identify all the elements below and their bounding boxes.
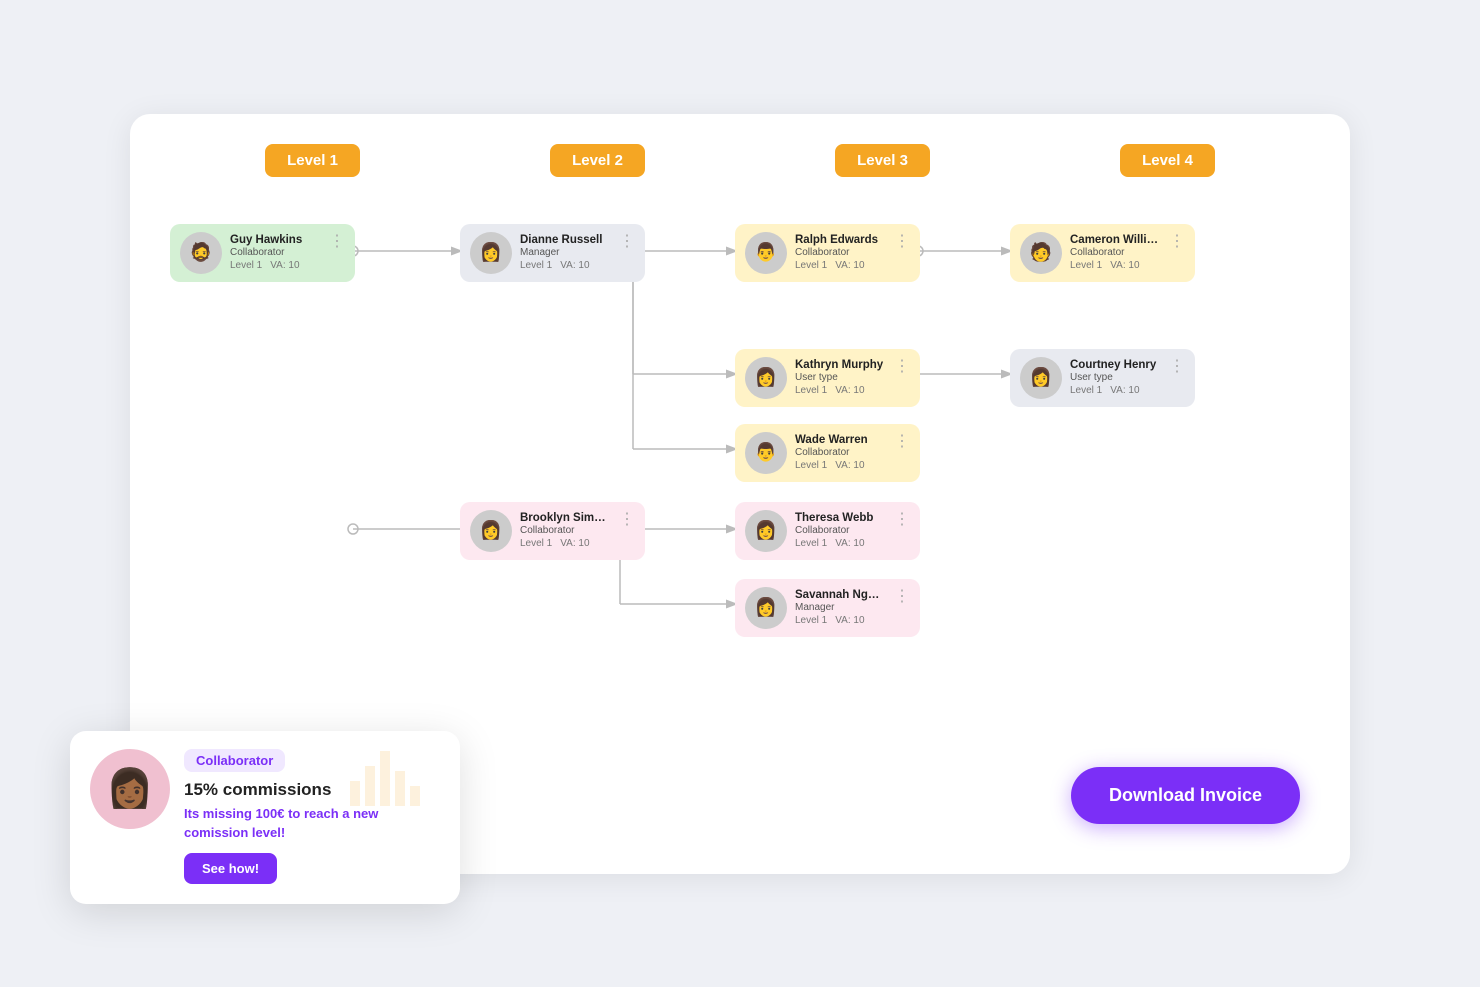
card-name-cameron: Cameron Williamson — [1070, 234, 1161, 246]
download-invoice-button[interactable]: Download Invoice — [1071, 767, 1300, 824]
card-dots-savannah[interactable]: ⋮ — [894, 589, 910, 605]
avatar-kathryn: 👩 — [745, 357, 787, 399]
card-theresa-webb[interactable]: 👩 Theresa Webb Collaborator Level 1 VA: … — [735, 502, 920, 560]
card-dots-brooklyn[interactable]: ⋮ — [619, 512, 635, 528]
overlay-card: 👩🏾 Collaborator 15% commissions Its miss… — [70, 731, 460, 904]
card-info-courtney: Courtney Henry User type Level 1 VA: 10 — [1070, 359, 1161, 396]
avatar-dianne: 👩 — [470, 232, 512, 274]
card-role-ralph: Collaborator — [795, 247, 886, 258]
card-name-dianne: Dianne Russell — [520, 234, 611, 246]
card-meta-dianne: Level 1 VA: 10 — [520, 260, 611, 271]
card-savannah-nguyen[interactable]: 👩 Savannah Nguyen Manager Level 1 VA: 10… — [735, 579, 920, 637]
main-card: Level 1 Level 2 Level 3 Level 4 — [130, 114, 1350, 874]
level-badge-4: Level 4 — [1120, 144, 1215, 177]
card-meta-cameron: Level 1 VA: 10 — [1070, 260, 1161, 271]
card-dots-ralph[interactable]: ⋮ — [894, 234, 910, 250]
card-courtney-henry[interactable]: 👩 Courtney Henry User type Level 1 VA: 1… — [1010, 349, 1195, 407]
card-info-kathryn: Kathryn Murphy User type Level 1 VA: 10 — [795, 359, 886, 396]
card-dots-wade[interactable]: ⋮ — [894, 434, 910, 450]
card-meta-courtney: Level 1 VA: 10 — [1070, 385, 1161, 396]
card-dots-courtney[interactable]: ⋮ — [1169, 359, 1185, 375]
avatar-courtney: 👩 — [1020, 357, 1062, 399]
card-name-savannah: Savannah Nguyen — [795, 589, 886, 601]
card-role-theresa: Collaborator — [795, 525, 886, 536]
card-name-ralph: Ralph Edwards — [795, 234, 886, 246]
avatar-theresa: 👩 — [745, 510, 787, 552]
card-role-guy: Collaborator — [230, 247, 321, 258]
card-role-courtney: User type — [1070, 372, 1161, 383]
card-name-brooklyn: Brooklyn Simmons — [520, 512, 611, 524]
card-dots-kathryn[interactable]: ⋮ — [894, 359, 910, 375]
level-badge-1: Level 1 — [265, 144, 360, 177]
card-meta-theresa: Level 1 VA: 10 — [795, 538, 886, 549]
card-wade-warren[interactable]: 👨 Wade Warren Collaborator Level 1 VA: 1… — [735, 424, 920, 482]
card-meta-wade: Level 1 VA: 10 — [795, 460, 886, 471]
avatar-ralph: 👨 — [745, 232, 787, 274]
level-headers: Level 1 Level 2 Level 3 Level 4 — [170, 144, 1310, 177]
card-meta-guy: Level 1 VA: 10 — [230, 260, 321, 271]
card-brooklyn-simmons[interactable]: 👩 Brooklyn Simmons Collaborator Level 1 … — [460, 502, 645, 560]
level-badge-3: Level 3 — [835, 144, 930, 177]
card-info-ralph: Ralph Edwards Collaborator Level 1 VA: 1… — [795, 234, 886, 271]
card-name-theresa: Theresa Webb — [795, 512, 886, 524]
card-guy-hawkins[interactable]: 🧔 Guy Hawkins Collaborator Level 1 VA: 1… — [170, 224, 355, 282]
card-info-guy: Guy Hawkins Collaborator Level 1 VA: 10 — [230, 234, 321, 271]
card-name-wade: Wade Warren — [795, 434, 886, 446]
card-role-kathryn: User type — [795, 372, 886, 383]
card-dianne-russell[interactable]: 👩 Dianne Russell Manager Level 1 VA: 10 … — [460, 224, 645, 282]
card-dots-dianne[interactable]: ⋮ — [619, 234, 635, 250]
see-how-button[interactable]: See how! — [184, 853, 277, 884]
overlay-amount: 100€ — [256, 806, 285, 821]
avatar-savannah: 👩 — [745, 587, 787, 629]
card-ralph-edwards[interactable]: 👨 Ralph Edwards Collaborator Level 1 VA:… — [735, 224, 920, 282]
overlay-badge: Collaborator — [184, 749, 285, 772]
avatar-guy: 🧔 — [180, 232, 222, 274]
card-name-courtney: Courtney Henry — [1070, 359, 1161, 371]
card-info-brooklyn: Brooklyn Simmons Collaborator Level 1 VA… — [520, 512, 611, 549]
card-meta-ralph: Level 1 VA: 10 — [795, 260, 886, 271]
card-info-theresa: Theresa Webb Collaborator Level 1 VA: 10 — [795, 512, 886, 549]
level-badge-2: Level 2 — [550, 144, 645, 177]
card-meta-brooklyn: Level 1 VA: 10 — [520, 538, 611, 549]
avatar-cameron: 🧑 — [1020, 232, 1062, 274]
card-kathryn-murphy[interactable]: 👩 Kathryn Murphy User type Level 1 VA: 1… — [735, 349, 920, 407]
card-role-brooklyn: Collaborator — [520, 525, 611, 536]
mini-chart — [340, 731, 460, 811]
card-role-dianne: Manager — [520, 247, 611, 258]
card-name-guy: Guy Hawkins — [230, 234, 321, 246]
card-cameron-williamson[interactable]: 🧑 Cameron Williamson Collaborator Level … — [1010, 224, 1195, 282]
overlay-avatar: 👩🏾 — [90, 749, 170, 829]
card-info-savannah: Savannah Nguyen Manager Level 1 VA: 10 — [795, 589, 886, 626]
avatar-brooklyn: 👩 — [470, 510, 512, 552]
card-meta-kathryn: Level 1 VA: 10 — [795, 385, 886, 396]
card-dots-theresa[interactable]: ⋮ — [894, 512, 910, 528]
card-role-cameron: Collaborator — [1070, 247, 1161, 258]
card-role-savannah: Manager — [795, 602, 886, 613]
card-info-dianne: Dianne Russell Manager Level 1 VA: 10 — [520, 234, 611, 271]
card-info-wade: Wade Warren Collaborator Level 1 VA: 10 — [795, 434, 886, 471]
card-dots-guy[interactable]: ⋮ — [329, 234, 345, 250]
card-name-kathryn: Kathryn Murphy — [795, 359, 886, 371]
card-role-wade: Collaborator — [795, 447, 886, 458]
card-meta-savannah: Level 1 VA: 10 — [795, 615, 886, 626]
card-dots-cameron[interactable]: ⋮ — [1169, 234, 1185, 250]
card-info-cameron: Cameron Williamson Collaborator Level 1 … — [1070, 234, 1161, 271]
avatar-wade: 👨 — [745, 432, 787, 474]
